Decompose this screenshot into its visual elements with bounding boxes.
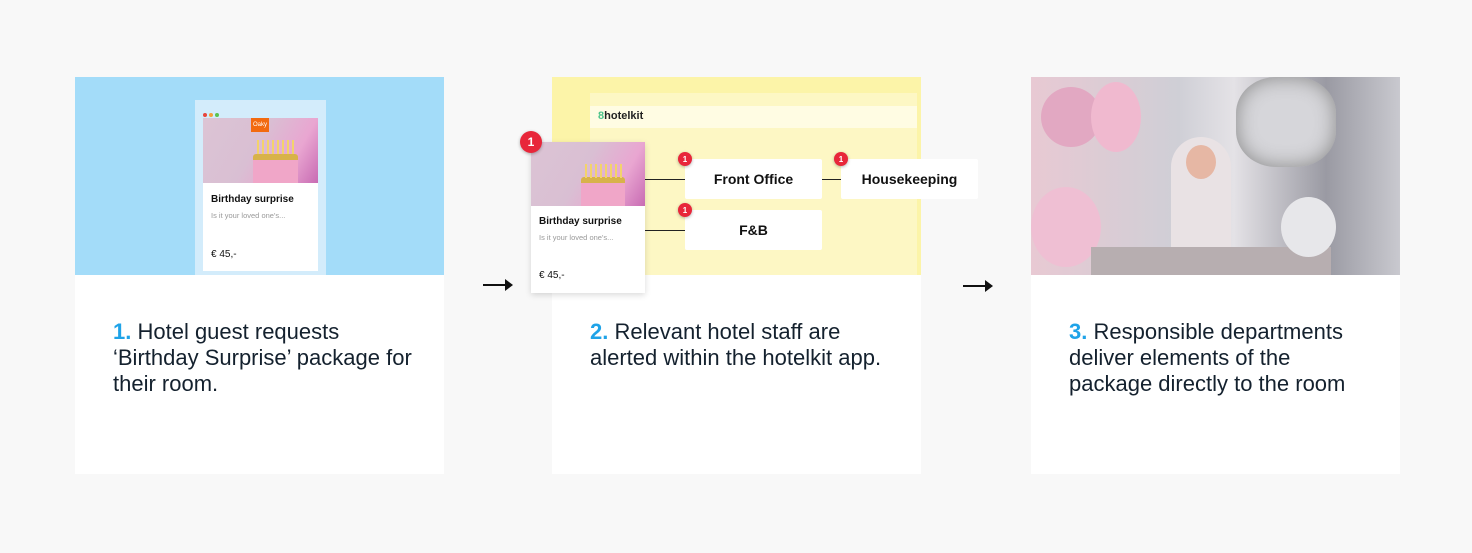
step-number: 3. xyxy=(1069,319,1088,344)
department-front-office[interactable]: Front Office xyxy=(685,159,822,199)
arrow-right-icon xyxy=(963,280,993,292)
department-housekeeping[interactable]: Housekeeping xyxy=(841,159,978,199)
step-1-caption: 1. Hotel guest requests ‘Birthday Surpri… xyxy=(113,319,413,397)
arrow-right-icon xyxy=(483,279,513,291)
app-header: 8hotelkit xyxy=(590,106,917,128)
product-title: Birthday surprise xyxy=(539,216,622,227)
brand-name: hotelkit xyxy=(604,110,644,122)
product-description: Is it your loved one's... xyxy=(539,233,614,242)
product-description: Is it your loved one's... xyxy=(211,211,286,220)
step-text: Responsible departments deliver elements… xyxy=(1069,319,1346,396)
connector-line xyxy=(822,179,841,180)
step-2-caption: 2. Relevant hotel staff are alerted with… xyxy=(590,319,890,371)
product-price: € 45,- xyxy=(211,249,237,260)
product-title: Birthday surprise xyxy=(211,194,294,205)
product-price: € 45,- xyxy=(539,270,565,281)
connector-line xyxy=(645,230,685,231)
notification-badge: 1 xyxy=(834,152,848,166)
step-3-caption: 3. Responsible departments deliver eleme… xyxy=(1069,319,1369,397)
step-3-card: 3. Responsible departments deliver eleme… xyxy=(1031,77,1400,474)
step-number: 2. xyxy=(590,319,609,344)
step-text: Hotel guest requests ‘Birthday Surprise’… xyxy=(113,319,412,396)
notification-badge: 1 xyxy=(678,203,692,217)
alert-product-card[interactable]: Birthday surprise Is it your loved one's… xyxy=(531,142,645,293)
step-1-card: Oaky Birthday surprise Is it your loved … xyxy=(75,77,444,474)
birthday-cake-image: Oaky xyxy=(203,118,318,183)
oaky-logo: Oaky xyxy=(251,118,269,132)
connector-line xyxy=(645,179,685,180)
step-text: Relevant hotel staff are alerted within … xyxy=(590,319,882,370)
notification-badge: 1 xyxy=(520,131,542,153)
birthday-cake-image xyxy=(531,142,645,206)
product-card[interactable]: Oaky Birthday surprise Is it your loved … xyxy=(203,118,318,271)
browser-window: Oaky Birthday surprise Is it your loved … xyxy=(195,100,326,275)
step-number: 1. xyxy=(113,319,132,344)
step-1-illustration: Oaky Birthday surprise Is it your loved … xyxy=(75,77,444,275)
department-fnb[interactable]: F&B xyxy=(685,210,822,250)
birthday-celebration-photo xyxy=(1031,77,1400,275)
notification-badge: 1 xyxy=(678,152,692,166)
